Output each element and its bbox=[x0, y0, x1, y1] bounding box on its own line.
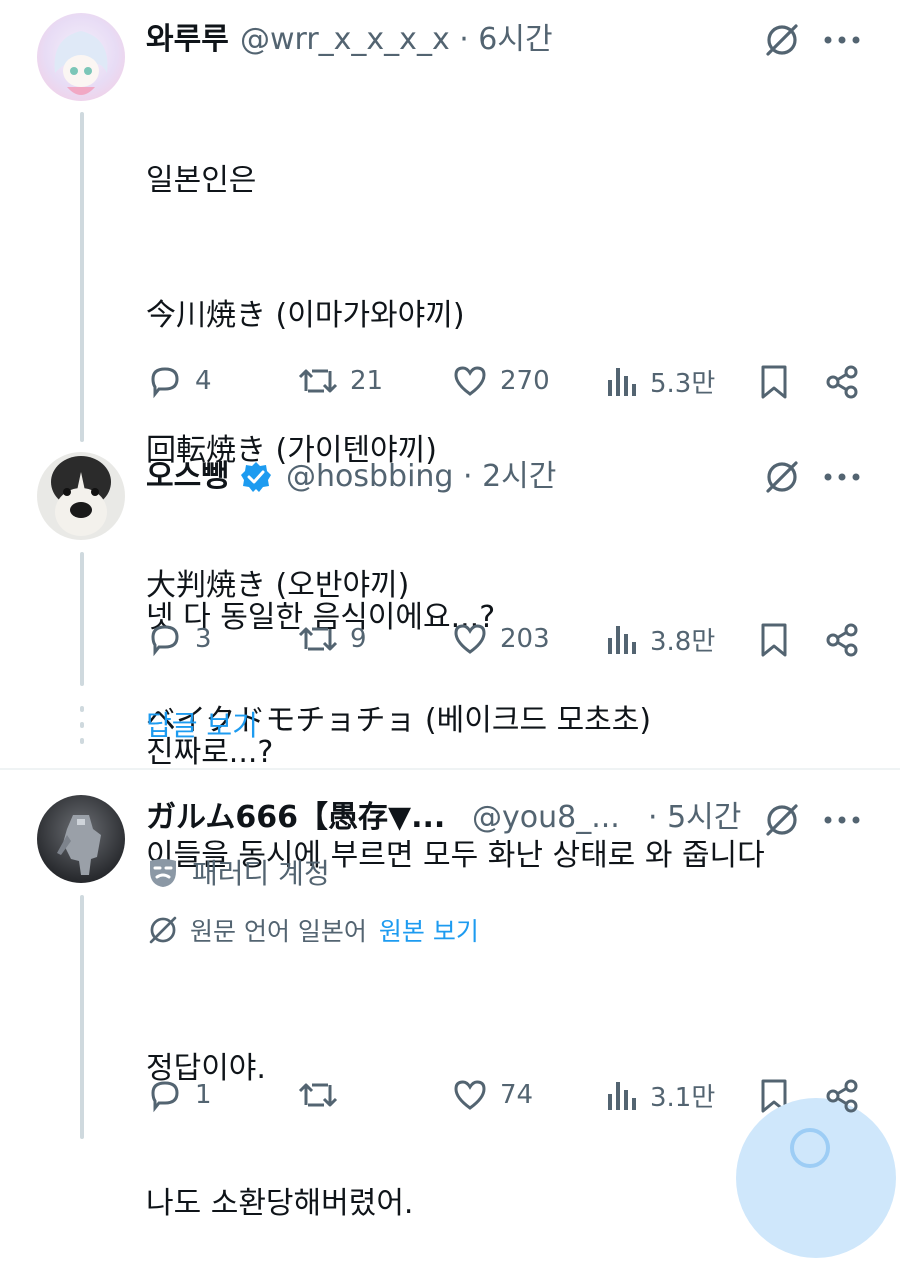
author-name[interactable]: ガルム666【愚存▼... bbox=[146, 800, 445, 836]
translated-from-text: 원문 언어 일본어 bbox=[190, 917, 367, 946]
author-handle[interactable]: @hosbbing · 2시간 bbox=[286, 459, 556, 495]
parody-label-text: 패러디 계정 bbox=[192, 857, 330, 890]
grok-icon bbox=[149, 916, 177, 944]
tweet-text: 넷 다 동일한 음식이에요...? 진짜로...? bbox=[146, 505, 495, 820]
reply-button[interactable]: 1 bbox=[147, 1077, 212, 1113]
bookmark-icon[interactable] bbox=[756, 362, 792, 402]
more-icon[interactable] bbox=[820, 804, 864, 836]
heart-icon bbox=[454, 366, 486, 396]
verified-badge-icon bbox=[238, 459, 274, 495]
bookmark-icon[interactable] bbox=[756, 620, 792, 660]
more-icon[interactable] bbox=[820, 24, 864, 56]
divider bbox=[0, 768, 900, 770]
reply-button[interactable]: 4 bbox=[147, 363, 212, 399]
reply-icon bbox=[151, 1081, 179, 1113]
show-replies-link[interactable]: 답글 보기 bbox=[146, 708, 258, 744]
retweet-count: 9 bbox=[350, 624, 367, 654]
author-handle[interactable]: @you8_... bbox=[472, 800, 620, 836]
reply-count: 1 bbox=[195, 1080, 212, 1110]
reply-count: 3 bbox=[195, 624, 212, 654]
grok-icon[interactable] bbox=[760, 20, 804, 60]
translation-info: 원문 언어 일본어 원본 보기 bbox=[146, 912, 479, 948]
mask-icon bbox=[150, 859, 176, 887]
author-name[interactable]: 와루루 bbox=[146, 22, 229, 58]
retweet-button[interactable]: 21 bbox=[298, 363, 383, 399]
grok-icon[interactable] bbox=[760, 457, 804, 497]
like-count: 203 bbox=[500, 624, 550, 654]
heart-icon bbox=[454, 1080, 486, 1110]
tweet-text: 정답이야. 나도 소환당해버렸어. bbox=[146, 956, 413, 1271]
thread-line bbox=[80, 552, 84, 686]
views-button[interactable]: 3.8만 bbox=[606, 621, 715, 658]
heart-icon bbox=[454, 624, 486, 654]
share-icon[interactable] bbox=[822, 1076, 862, 1116]
share-icon[interactable] bbox=[822, 620, 862, 660]
retweet-button[interactable]: 9 bbox=[298, 621, 367, 657]
views-icon bbox=[608, 625, 636, 654]
reply-icon bbox=[151, 625, 179, 657]
author-handle[interactable]: @wrr_x_x_x_x · 6시간 bbox=[240, 22, 553, 58]
compose-icon bbox=[790, 1128, 830, 1168]
compose-fab[interactable] bbox=[736, 1098, 896, 1258]
avatar[interactable] bbox=[37, 13, 125, 101]
tweet-line: 今川焼き (이마가와야끼) bbox=[146, 298, 465, 333]
like-button[interactable]: 270 bbox=[452, 363, 550, 399]
retweet-icon bbox=[298, 1083, 338, 1107]
avatar[interactable] bbox=[37, 452, 125, 540]
views-icon bbox=[608, 367, 636, 396]
reply-button[interactable]: 3 bbox=[147, 621, 212, 657]
view-count: 3.1만 bbox=[650, 1083, 716, 1113]
retweet-button[interactable] bbox=[298, 1077, 350, 1113]
like-button[interactable]: 74 bbox=[452, 1077, 533, 1113]
like-button[interactable]: 203 bbox=[452, 621, 550, 657]
show-original-link[interactable]: 원본 보기 bbox=[379, 912, 479, 948]
retweet-count: 21 bbox=[350, 366, 384, 396]
views-button[interactable]: 5.3만 bbox=[606, 363, 715, 400]
views-icon bbox=[608, 1081, 636, 1110]
tweet-line: 일본인은 bbox=[146, 163, 257, 198]
tweet-line: 나도 소환당해버렸어. bbox=[146, 1186, 414, 1221]
view-count: 3.8만 bbox=[650, 627, 716, 657]
thread-line bbox=[80, 895, 84, 1139]
views-button[interactable]: 3.1만 bbox=[606, 1077, 715, 1114]
reply-icon bbox=[151, 367, 179, 399]
view-count: 5.3만 bbox=[650, 369, 716, 399]
grok-icon[interactable] bbox=[760, 800, 804, 840]
parody-label[interactable]: 패러디 계정 bbox=[146, 852, 330, 892]
retweet-icon bbox=[298, 369, 338, 393]
share-icon[interactable] bbox=[822, 362, 862, 402]
like-count: 270 bbox=[500, 366, 550, 396]
reply-count: 4 bbox=[195, 366, 212, 396]
thread-line bbox=[80, 112, 84, 442]
avatar[interactable] bbox=[37, 795, 125, 883]
dotted-thread-line bbox=[80, 706, 84, 746]
author-name[interactable]: 오스뺑 bbox=[146, 459, 229, 495]
tweet-time[interactable]: · 5시간 bbox=[648, 800, 741, 836]
retweet-icon bbox=[298, 627, 338, 651]
more-icon[interactable] bbox=[820, 461, 864, 493]
like-count: 74 bbox=[500, 1080, 534, 1110]
